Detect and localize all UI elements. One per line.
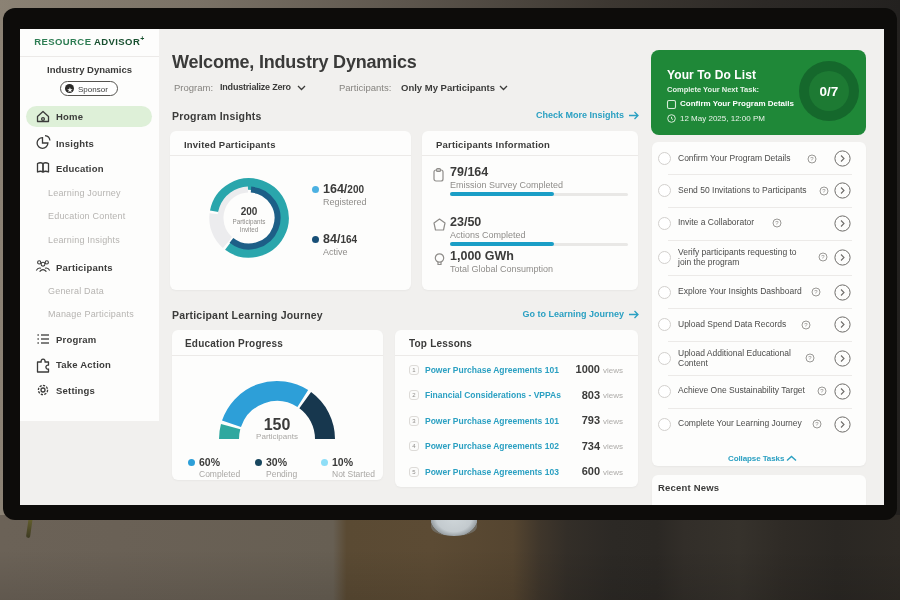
svg-text:?: ? bbox=[821, 254, 825, 260]
svg-text:?: ? bbox=[804, 322, 808, 328]
svg-text:?: ? bbox=[814, 289, 818, 295]
svg-text:?: ? bbox=[815, 421, 819, 427]
svg-text:?: ? bbox=[822, 188, 826, 194]
svg-text:?: ? bbox=[808, 355, 812, 361]
svg-text:?: ? bbox=[775, 220, 779, 226]
svg-text:?: ? bbox=[820, 388, 824, 394]
svg-text:?: ? bbox=[810, 156, 814, 162]
